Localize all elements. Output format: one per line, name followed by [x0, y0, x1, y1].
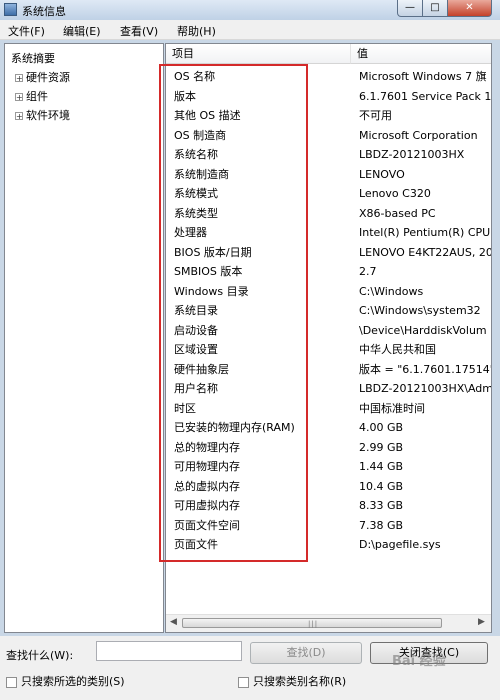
baidu-jingyan-watermark: Bai 经验	[392, 654, 446, 669]
row-value: Intel(R) Pentium(R) CPU	[359, 226, 491, 239]
row-value: C:\Windows	[359, 284, 424, 298]
expand-plus-icon[interactable]: +	[15, 93, 23, 102]
system-info-window: 系统信息 — □ ✕ 文件(F) 编辑(E) 查看(V) 帮助(H) 系统摘要 …	[0, 0, 500, 700]
row-value: LENOVO	[359, 167, 405, 181]
row-value: \Device\HarddiskVolum	[359, 323, 487, 337]
horizontal-scrollbar[interactable]: ◀ ||| ▶	[166, 614, 491, 632]
row-value: 2.7	[359, 265, 377, 278]
row-value: 2.99 GB	[359, 440, 404, 454]
checkbox-icon[interactable]	[6, 676, 17, 688]
search-selected-category-checkbox[interactable]: 只搜索所选的类别(S)	[6, 673, 125, 689]
row-value: 不可用	[359, 109, 392, 122]
close-icon: ✕	[465, 2, 474, 13]
row-value: 中国标准时间	[359, 401, 425, 415]
checkbox-label: 只搜索类别名称(R)	[253, 675, 347, 688]
annotation-highlight-box	[159, 64, 308, 562]
scrollbar-thumb[interactable]: |||	[182, 618, 442, 628]
expand-plus-icon[interactable]: +	[15, 74, 23, 83]
checkbox-label: 只搜索所选的类别(S)	[21, 675, 125, 688]
close-window-button[interactable]: ✕	[448, 0, 492, 17]
scroll-right-icon[interactable]: ▶	[478, 617, 485, 627]
minimize-icon: —	[405, 2, 415, 13]
column-header-value[interactable]: 值	[351, 44, 491, 64]
row-value: 10.4 GB	[359, 479, 404, 493]
window-title: 系统信息	[22, 5, 66, 18]
maximize-icon: □	[430, 2, 440, 13]
row-value: Microsoft Windows 7 旗	[359, 70, 487, 83]
category-tree: 系统摘要 + 硬件资源 + 组件 + 软件环境	[4, 43, 164, 633]
menu-help[interactable]: 帮助(H)	[177, 23, 216, 39]
column-header-item[interactable]: 项目	[166, 44, 351, 64]
row-value: 1.44 GB	[359, 460, 404, 473]
row-value: 中华人民共和国	[359, 343, 436, 356]
grip-icon: |||	[308, 620, 319, 628]
title-bar[interactable]: 系统信息 — □ ✕	[0, 0, 500, 20]
tree-item-system-summary[interactable]: 系统摘要	[11, 50, 55, 66]
row-value: 版本 = "6.1.7601.17514"	[359, 362, 492, 376]
checkbox-icon[interactable]	[238, 676, 249, 688]
menu-view[interactable]: 查看(V)	[120, 23, 158, 39]
maximize-button[interactable]: □	[423, 0, 448, 17]
row-value: D:\pagefile.sys	[359, 538, 441, 551]
row-value: 8.33 GB	[359, 499, 404, 512]
tree-item-hardware-resources[interactable]: + 硬件资源	[15, 69, 70, 85]
expand-plus-icon[interactable]: +	[15, 112, 23, 121]
row-value: 4.00 GB	[359, 421, 404, 434]
row-value: LBDZ-20121003HX\Adm	[359, 382, 492, 395]
row-value: Lenovo C320	[359, 187, 431, 200]
tree-item-components[interactable]: + 组件	[15, 88, 48, 104]
find-what-label: 查找什么(W):	[6, 649, 74, 662]
menu-bar: 文件(F) 编辑(E) 查看(V) 帮助(H)	[0, 20, 500, 40]
row-value: Microsoft Corporation	[359, 128, 478, 142]
row-value: X86-based PC	[359, 206, 436, 220]
scroll-left-icon[interactable]: ◀	[170, 617, 177, 627]
tree-item-label: 软件环境	[26, 109, 70, 122]
system-info-app-icon	[4, 3, 17, 16]
row-value: LBDZ-20121003HX	[359, 148, 465, 161]
row-value: C:\Windows\system32	[359, 304, 481, 317]
row-value: 6.1.7601 Service Pack 1	[359, 89, 492, 103]
tree-item-label: 组件	[26, 90, 48, 103]
find-button[interactable]: 查找(D)	[250, 642, 362, 664]
tree-item-software-environment[interactable]: + 软件环境	[15, 107, 70, 123]
search-category-names-checkbox[interactable]: 只搜索类别名称(R)	[238, 673, 346, 689]
minimize-button[interactable]: —	[397, 0, 423, 17]
menu-edit[interactable]: 编辑(E)	[63, 23, 101, 39]
menu-file[interactable]: 文件(F)	[8, 23, 45, 39]
tree-item-label: 硬件资源	[26, 71, 70, 84]
find-what-input[interactable]	[96, 641, 242, 661]
row-value: 7.38 GB	[359, 518, 404, 532]
row-value: LENOVO E4KT22AUS, 20	[359, 245, 492, 259]
